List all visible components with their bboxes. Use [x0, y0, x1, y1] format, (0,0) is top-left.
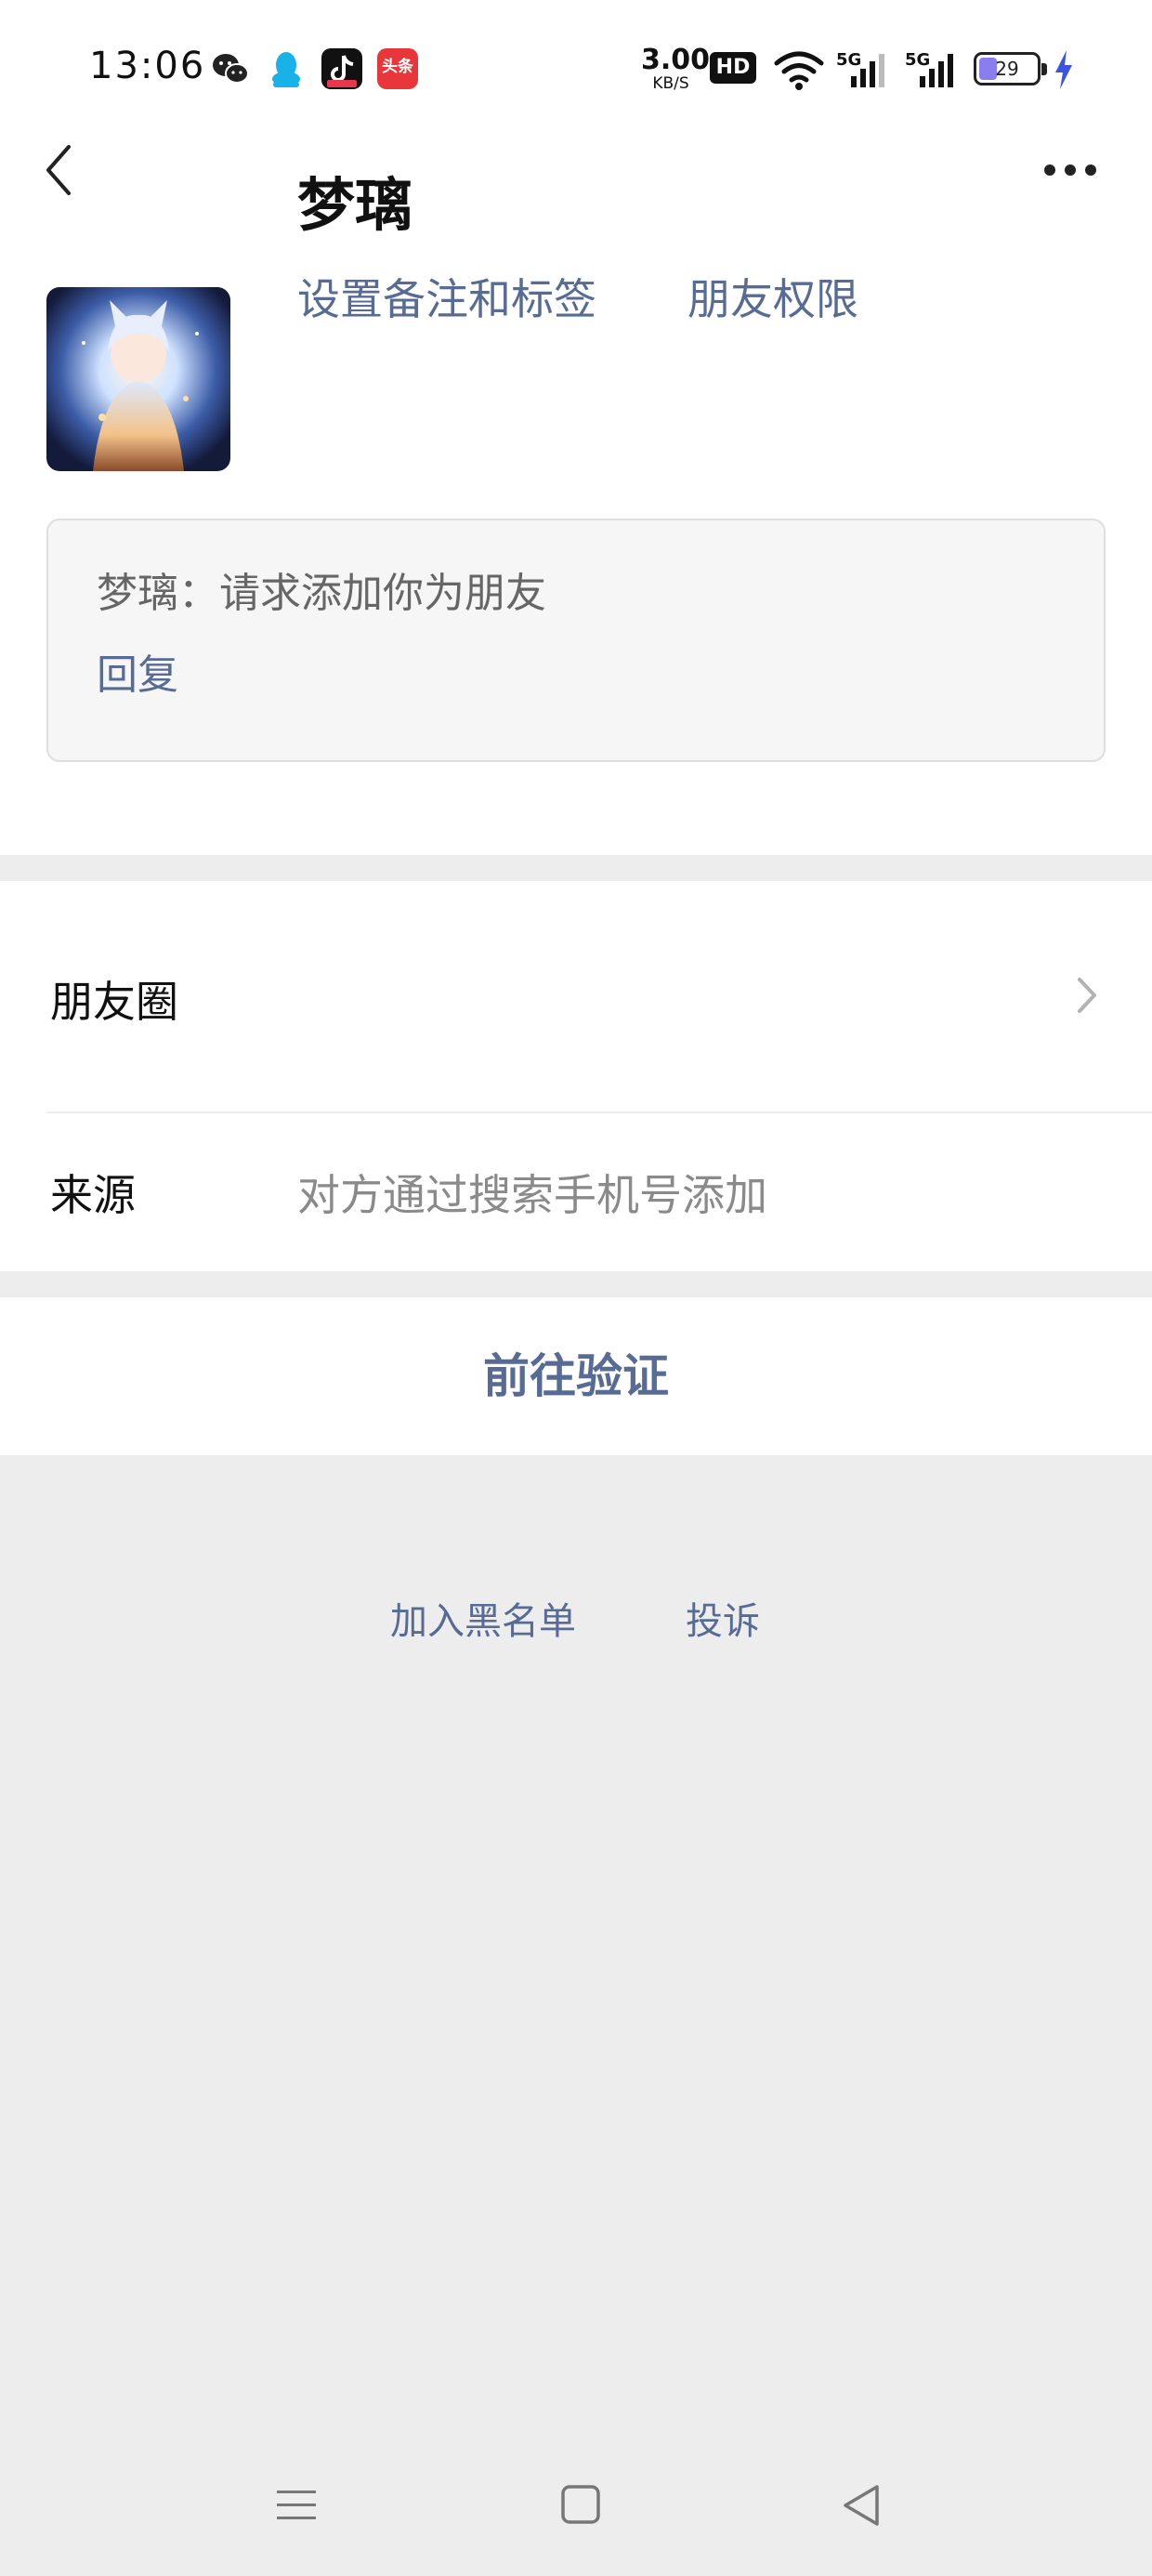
- source-label: 来源: [50, 1170, 136, 1220]
- qq-icon: [266, 48, 307, 89]
- svg-text:5G: 5G: [905, 50, 930, 70]
- back-button[interactable]: [41, 141, 78, 199]
- svg-text:5G: 5G: [836, 50, 861, 70]
- charging-icon: [1052, 46, 1076, 93]
- moments-row[interactable]: 朋友圈: [0, 881, 1152, 1111]
- signal-icon-2: 5G: [903, 46, 959, 93]
- menu-button[interactable]: [269, 2479, 325, 2531]
- source-row: 来源 对方通过搜索手机号添加: [0, 1113, 1152, 1271]
- menu-icon: [277, 2491, 316, 2519]
- status-time: 13:06: [89, 45, 206, 87]
- battery-icon: 29: [974, 52, 1047, 85]
- more-horizontal-icon: [1044, 164, 1096, 176]
- chevron-right-icon: [1078, 978, 1096, 1013]
- more-button[interactable]: [1041, 156, 1100, 184]
- wifi-icon: [773, 46, 825, 93]
- info-list: 朋友圈 来源 对方通过搜索手机号添加: [0, 881, 1152, 1271]
- verify-button[interactable]: 前往验证: [0, 1297, 1152, 1455]
- contact-name: 梦璃: [297, 171, 413, 239]
- avatar[interactable]: [46, 287, 230, 471]
- home-button[interactable]: [552, 2479, 608, 2531]
- verify-label: 前往验证: [483, 1349, 669, 1403]
- add-to-blacklist-link[interactable]: 加入黑名单: [390, 1591, 576, 1645]
- reply-link[interactable]: 回复: [97, 641, 178, 701]
- request-message: 梦璃：请求添加你为朋友: [97, 570, 546, 617]
- status-bar: 13:06 头条 3.00 KB/S HD 5G 5G 29: [0, 0, 1152, 130]
- douyin-icon: [321, 48, 362, 89]
- network-speed: 3.00 KB/S: [641, 44, 711, 93]
- source-value: 对方通过搜索手机号添加: [297, 1170, 767, 1220]
- home-square-icon: [561, 2485, 600, 2524]
- system-back-button[interactable]: [836, 2479, 892, 2531]
- signal-icon: 5G: [834, 46, 890, 93]
- complain-link[interactable]: 投诉: [686, 1591, 760, 1645]
- friend-permission-link[interactable]: 朋友权限: [687, 266, 858, 327]
- moments-label: 朋友圈: [50, 977, 178, 1027]
- chevron-left-icon: [46, 145, 71, 195]
- wechat-icon: [210, 48, 251, 89]
- hd-badge: HD: [710, 52, 756, 84]
- back-triangle-icon: [844, 2485, 879, 2526]
- toutiao-icon: 头条: [377, 48, 418, 89]
- friend-request-card: 梦璃：请求添加你为朋友 回复: [46, 519, 1106, 762]
- set-remark-link[interactable]: 设置备注和标签: [297, 266, 596, 327]
